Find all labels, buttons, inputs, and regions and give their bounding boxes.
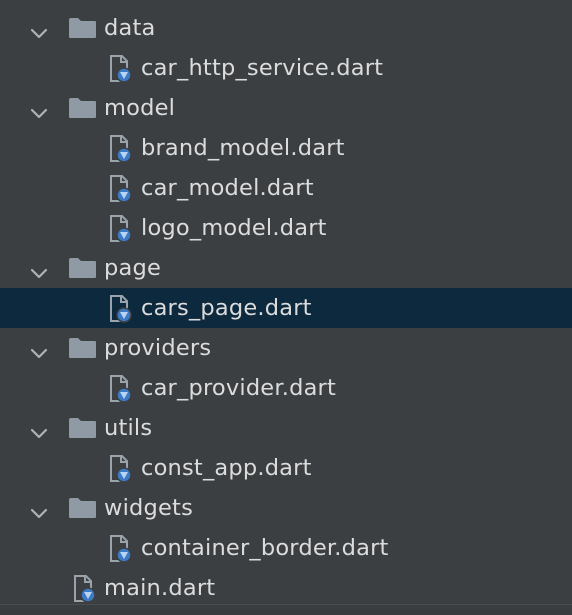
folder-icon bbox=[68, 257, 97, 279]
tree-item-label: const_app.dart bbox=[141, 455, 312, 481]
tree-item-label: widgets bbox=[104, 495, 194, 521]
tree-item-label: brand_model.dart bbox=[141, 135, 345, 161]
tree-item-label: car_model.dart bbox=[141, 175, 314, 201]
tree-item-label: providers bbox=[104, 335, 212, 361]
tree-item-label: container_border.dart bbox=[141, 535, 389, 561]
tree-item-label: utils bbox=[104, 415, 153, 441]
chevron-down-icon[interactable] bbox=[29, 501, 49, 519]
tree-item-label: model bbox=[104, 95, 176, 121]
chevron-down-icon[interactable] bbox=[29, 101, 49, 119]
tree-file-car-model-dart[interactable]: car_model.dart bbox=[0, 168, 572, 208]
dart-file-icon bbox=[106, 455, 136, 483]
chevron-down-icon[interactable] bbox=[29, 261, 49, 279]
dart-file-icon bbox=[106, 215, 136, 243]
project-tree: data car_http_service.dartmodel brand_mode… bbox=[0, 8, 572, 608]
tree-folder-page[interactable]: page bbox=[0, 248, 572, 288]
tree-item-label: cars_page.dart bbox=[141, 295, 312, 321]
tree-item-label: car_provider.dart bbox=[141, 375, 337, 401]
chevron-down-icon[interactable] bbox=[29, 21, 49, 39]
dart-file-icon bbox=[106, 295, 136, 323]
tree-item-label: logo_model.dart bbox=[141, 215, 327, 241]
tree-folder-providers[interactable]: providers bbox=[0, 328, 572, 368]
tree-item-label: data bbox=[104, 15, 156, 41]
folder-icon bbox=[68, 337, 97, 359]
tree-file-cars-page-dart[interactable]: cars_page.dart bbox=[0, 288, 572, 328]
tree-file-const-app-dart[interactable]: const_app.dart bbox=[0, 448, 572, 488]
tree-item-label: car_http_service.dart bbox=[141, 55, 384, 81]
dart-file-icon bbox=[106, 55, 136, 83]
tree-file-container-border-dart[interactable]: container_border.dart bbox=[0, 528, 572, 568]
chevron-down-icon[interactable] bbox=[29, 421, 49, 439]
tree-folder-data[interactable]: data bbox=[0, 8, 572, 48]
folder-icon bbox=[68, 417, 97, 439]
tree-file-main-dart[interactable]: main.dart bbox=[0, 568, 572, 608]
tree-item-label: main.dart bbox=[104, 575, 216, 601]
folder-icon bbox=[68, 17, 97, 39]
dart-file-icon bbox=[70, 575, 100, 603]
tree-folder-model[interactable]: model bbox=[0, 88, 572, 128]
tree-file-logo-model-dart[interactable]: logo_model.dart bbox=[0, 208, 572, 248]
folder-icon bbox=[68, 97, 97, 119]
dart-file-icon bbox=[106, 135, 136, 163]
tree-file-car-http-service-dart[interactable]: car_http_service.dart bbox=[0, 48, 572, 88]
tree-item-label: page bbox=[104, 255, 161, 281]
dart-file-icon bbox=[106, 535, 136, 563]
folder-icon bbox=[68, 497, 97, 519]
dart-file-icon bbox=[106, 175, 136, 203]
dart-file-icon bbox=[106, 375, 136, 403]
tree-folder-widgets[interactable]: widgets bbox=[0, 488, 572, 528]
tree-folder-utils[interactable]: utils bbox=[0, 408, 572, 448]
horizontal-scrollbar-track[interactable] bbox=[0, 604, 572, 615]
tree-file-brand-model-dart[interactable]: brand_model.dart bbox=[0, 128, 572, 168]
tree-file-car-provider-dart[interactable]: car_provider.dart bbox=[0, 368, 572, 408]
chevron-down-icon[interactable] bbox=[29, 341, 49, 359]
